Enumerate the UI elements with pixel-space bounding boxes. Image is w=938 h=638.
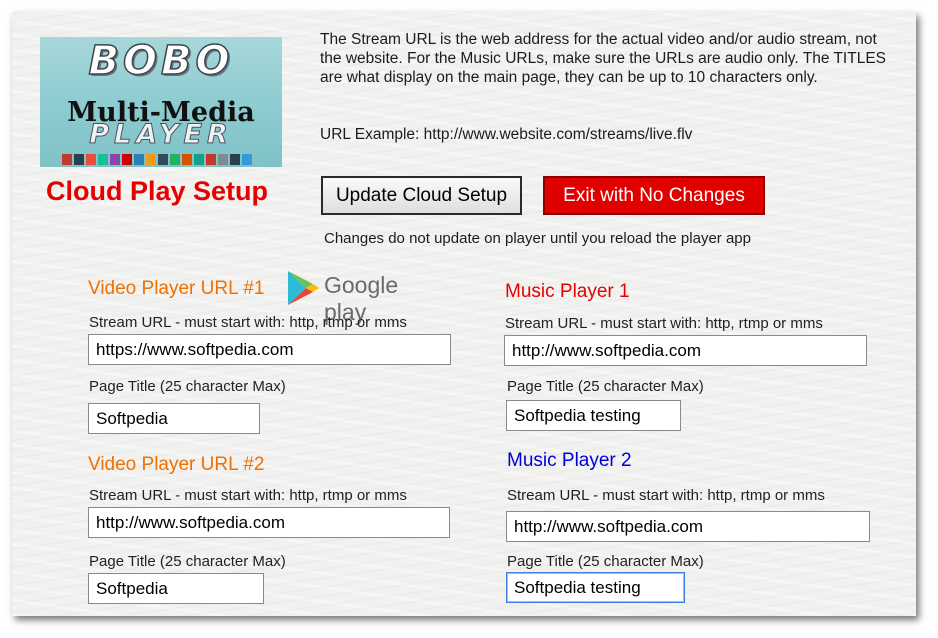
music-player-1-page-title-input[interactable] — [506, 400, 681, 431]
music-player-2-stream-url-input[interactable] — [506, 511, 870, 542]
music-player-2-title-label: Page Title (25 character Max) — [507, 553, 704, 570]
video-player-2-stream-url-input[interactable] — [88, 507, 450, 538]
music-player-1-stream-label: Stream URL - must start with: http, rtmp… — [505, 315, 823, 332]
video-player-2-page-title-input[interactable] — [88, 573, 264, 604]
video-player-2-heading: Video Player URL #2 — [88, 454, 265, 475]
video-player-1-heading: Video Player URL #1 — [88, 278, 265, 299]
video-player-1-stream-label: Stream URL - must start with: http, rtmp… — [89, 314, 407, 331]
music-player-2-page-title-input[interactable] — [506, 572, 685, 603]
logo-text-bobo: BOBO — [88, 37, 234, 85]
music-player-2-stream-label: Stream URL - must start with: http, rtmp… — [507, 487, 825, 504]
logo-text-player: PLAYER — [89, 119, 233, 151]
music-player-1-heading: Music Player 1 — [505, 281, 630, 302]
video-player-1-page-title-input[interactable] — [88, 403, 260, 434]
app-window: BOBO Multi-Media PLAYER The Stream URL i… — [12, 12, 916, 616]
reload-note-text: Changes do not update on player until yo… — [324, 230, 751, 247]
bobo-multimedia-player-logo: BOBO Multi-Media PLAYER — [40, 37, 282, 167]
exit-no-changes-button[interactable]: Exit with No Changes — [543, 176, 765, 215]
video-player-2-title-label: Page Title (25 character Max) — [89, 553, 286, 570]
video-player-1-stream-url-input[interactable] — [88, 334, 451, 365]
google-play-badge[interactable]: Google play — [286, 269, 446, 325]
music-player-1-stream-url-input[interactable] — [504, 335, 867, 366]
video-player-1-title-label: Page Title (25 character Max) — [89, 378, 286, 395]
video-player-2-stream-label: Stream URL - must start with: http, rtmp… — [89, 487, 407, 504]
instructions-text: The Stream URL is the web address for th… — [320, 31, 886, 86]
page-title: Cloud Play Setup — [46, 176, 269, 206]
logo-app-icons — [62, 154, 252, 165]
google-play-icon — [288, 271, 319, 305]
music-player-2-heading: Music Player 2 — [507, 450, 632, 471]
music-player-1-title-label: Page Title (25 character Max) — [507, 378, 704, 395]
update-cloud-setup-button[interactable]: Update Cloud Setup — [321, 176, 522, 215]
url-example-text: URL Example: http://www.website.com/stre… — [320, 126, 693, 143]
